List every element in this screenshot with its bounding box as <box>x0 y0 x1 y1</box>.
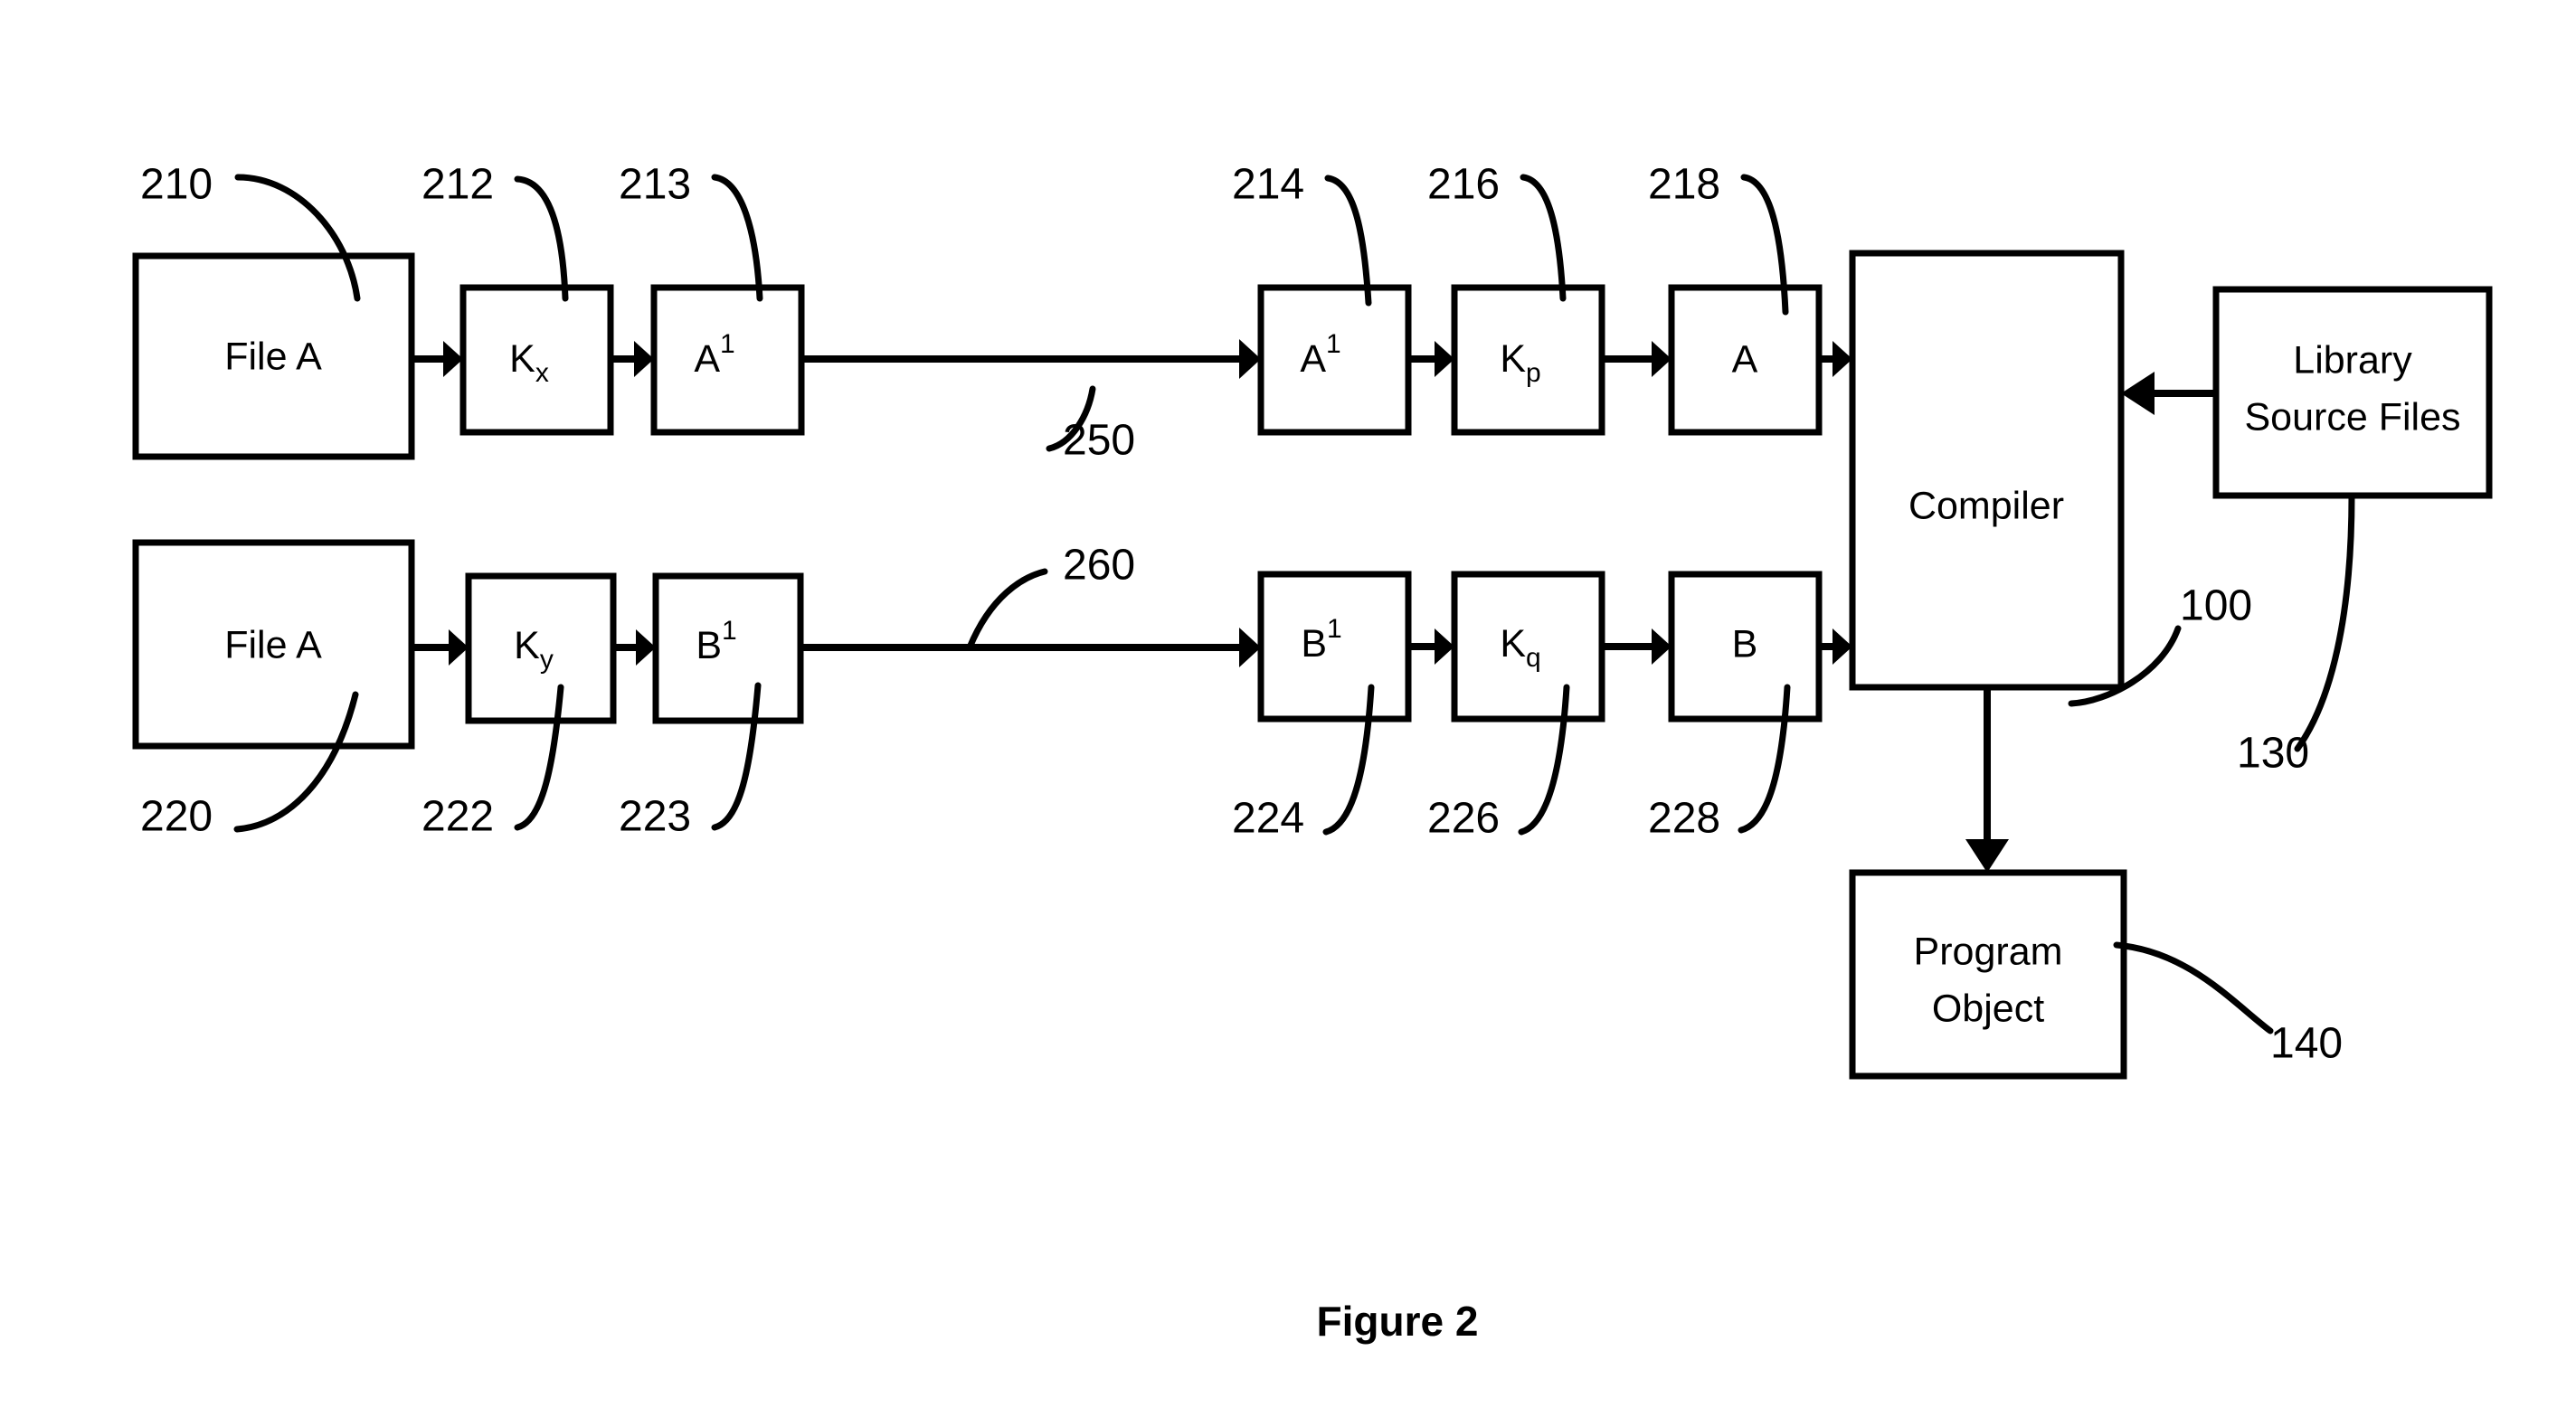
ref-number-216: 216 <box>1427 161 1500 209</box>
leader-130 <box>2294 492 2355 752</box>
box-library-source-files-label-line1: Library <box>2293 338 2412 382</box>
ref-number-260: 260 <box>1063 542 1135 590</box>
leader-214 <box>1324 175 1372 307</box>
ref-number-222: 222 <box>421 793 494 841</box>
leader-213 <box>711 174 763 302</box>
ref-number-140: 140 <box>2270 1020 2343 1068</box>
leader-212 <box>514 175 569 302</box>
box-file-a-top-label: File A <box>224 335 322 378</box>
box-b1-right <box>1257 571 1412 723</box>
arrowhead-library-to-compiler <box>2121 372 2155 415</box>
ref-number-250: 250 <box>1063 417 1135 465</box>
ref-number-228: 228 <box>1648 795 1720 843</box>
ref-number-210: 210 <box>140 161 213 209</box>
ref-number-100: 100 <box>2180 582 2252 630</box>
ref-number-214: 214 <box>1232 161 1304 209</box>
box-program-object-label-line2: Object <box>1932 987 2044 1030</box>
ref-number-213: 213 <box>619 161 691 209</box>
box-compiler <box>1849 250 2125 691</box>
arrowhead-a1-left-to-a1-right <box>1239 339 1261 379</box>
box-program-object-label-line1: Program <box>1914 930 2063 973</box>
arrowhead-b1-left-to-b1-right <box>1239 628 1261 667</box>
ref-number-226: 226 <box>1427 795 1500 843</box>
box-a1-left <box>650 284 805 436</box>
patent-figure-2: File A Kx A1 A1 Kp A File A Ky B1 B1 Kq … <box>0 0 2576 1417</box>
ref-number-224: 224 <box>1232 795 1304 843</box>
box-library-source-files <box>2212 286 2493 499</box>
ref-number-223: 223 <box>619 793 691 841</box>
figure-caption: Figure 2 <box>1317 1298 1479 1345</box>
leader-140 <box>2113 941 2274 1034</box>
leader-260 <box>966 568 1048 651</box>
ref-number-130: 130 <box>2237 730 2309 778</box>
box-compiler-label: Compiler <box>1908 484 2064 527</box>
box-a1-right <box>1257 284 1412 436</box>
box-program-object <box>1849 869 2127 1080</box>
box-b-plain-label: B <box>1732 622 1758 666</box>
box-file-a-bottom-label: File A <box>224 623 322 666</box>
ref-number-220: 220 <box>140 793 213 841</box>
diagram-canvas: File A Kx A1 A1 Kp A File A Ky B1 B1 Kq … <box>132 161 2493 1345</box>
ref-number-218: 218 <box>1648 161 1720 209</box>
leader-216 <box>1520 174 1567 302</box>
ref-number-212: 212 <box>421 161 494 209</box>
box-a-plain-label: A <box>1732 337 1758 381</box>
arrowhead-compiler-to-program-object <box>1965 839 2009 873</box>
box-library-source-files-label-line2: Source Files <box>2245 395 2461 439</box>
box-b1-left <box>652 572 804 724</box>
